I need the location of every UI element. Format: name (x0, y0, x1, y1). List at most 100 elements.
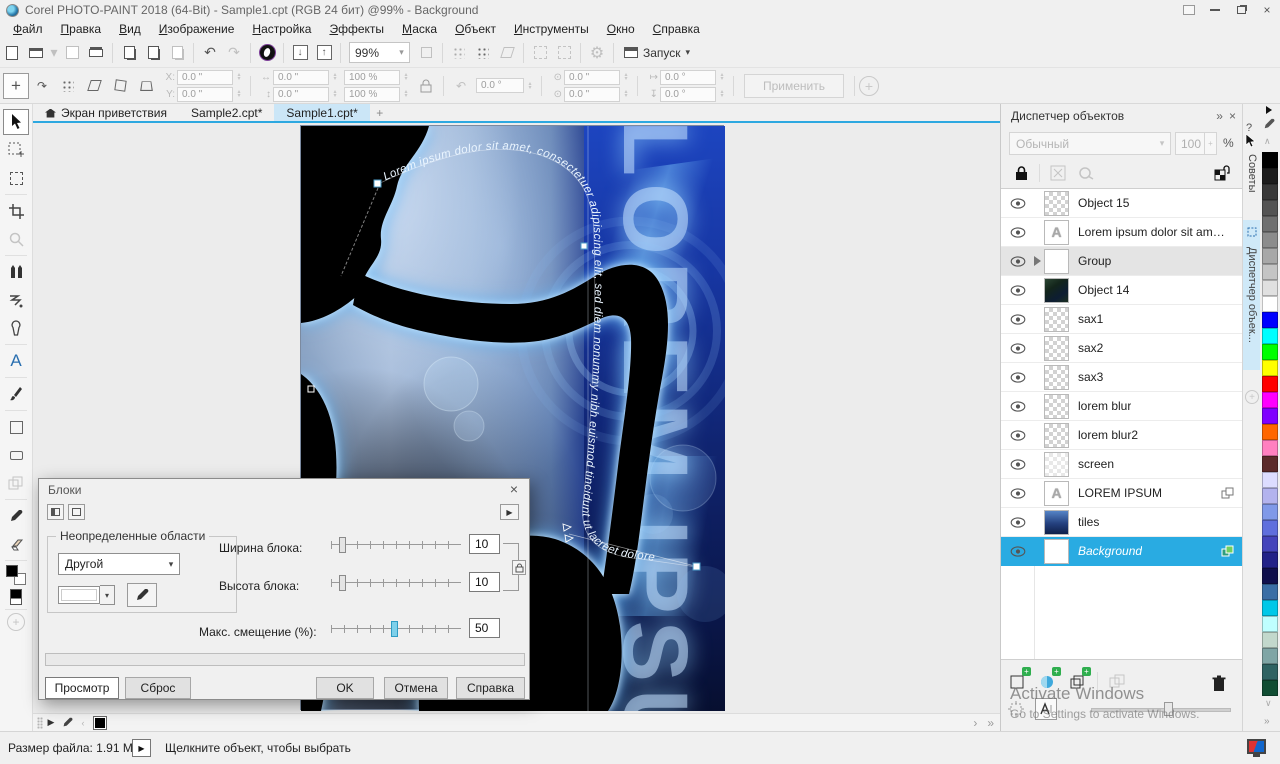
scale-x-input[interactable]: 100 % (344, 70, 400, 85)
palette-swatch[interactable] (1262, 392, 1278, 408)
palette-swatch[interactable] (1262, 568, 1278, 584)
visibility-eye-icon[interactable] (1001, 517, 1034, 528)
lock-object-icon[interactable] (1212, 163, 1232, 183)
palette-black-swatch[interactable] (93, 716, 107, 730)
print-button[interactable] (84, 41, 108, 65)
duplicate-object-button[interactable]: + (1067, 670, 1089, 692)
text-tool[interactable]: A (3, 348, 29, 374)
menu-item[interactable]: Инструменты (505, 21, 598, 37)
launch-dropdown[interactable]: Запуск ▾ (618, 44, 696, 62)
edit-transparency-icon[interactable] (1076, 163, 1096, 183)
palette-swatch[interactable] (1262, 616, 1278, 632)
max-offset-slider[interactable] (331, 621, 461, 637)
blocks-dialog[interactable]: Блоки × ▶ Неопределенные области Другой … (38, 478, 530, 700)
opacity-input[interactable]: 100 + (1175, 132, 1217, 155)
dialog-expand-icon[interactable]: ▶ (500, 504, 519, 520)
max-offset-input[interactable]: 50 (469, 618, 500, 638)
perspective-tool-button[interactable] (133, 73, 159, 99)
undefined-areas-dropdown[interactable]: Другой ▾ (58, 553, 180, 575)
docker-tab-object-manager[interactable]: Диспетчер объек... (1243, 220, 1261, 370)
block-width-input[interactable]: 10 (469, 534, 500, 554)
visibility-eye-icon[interactable] (1001, 546, 1034, 557)
rotation-angle-input[interactable]: 0.0 ° (476, 78, 524, 93)
fill-swatch[interactable] (10, 589, 22, 605)
copy-button[interactable] (141, 41, 165, 65)
cancel-button[interactable]: Отмена (384, 677, 448, 699)
show-object-names-button[interactable] (1035, 698, 1057, 720)
palette-swatch[interactable] (1262, 456, 1278, 472)
docker-tab-tips[interactable]: Советы (1243, 150, 1261, 212)
layer-row[interactable]: tiles (1001, 508, 1242, 537)
shape-tool[interactable] (3, 315, 29, 341)
add-docker-button[interactable]: + (1245, 390, 1259, 404)
crop-tool[interactable] (3, 198, 29, 224)
scale-y-input[interactable]: 100 % (344, 87, 400, 102)
distort-tool-button[interactable] (107, 73, 133, 99)
reset-button[interactable]: Сброс (125, 677, 191, 699)
menu-item[interactable]: Настройка (243, 21, 320, 37)
palette-swatch[interactable] (1262, 200, 1278, 216)
palette-swatch[interactable] (1262, 344, 1278, 360)
skew-tool-button[interactable] (81, 73, 107, 99)
palette-scroll-down-icon[interactable]: ∨ (1265, 698, 1272, 709)
skew-y-input[interactable]: 0.0 ° (660, 87, 716, 102)
mask-invert-button[interactable] (552, 41, 576, 65)
visibility-eye-icon[interactable] (1001, 430, 1034, 441)
menu-item[interactable]: Правка (52, 21, 111, 37)
save-button[interactable] (60, 41, 84, 65)
menu-item[interactable]: Изображение (150, 21, 244, 37)
menu-item[interactable]: Справка (644, 21, 709, 37)
visibility-eye-icon[interactable] (1001, 227, 1034, 238)
pick-tool[interactable] (3, 109, 29, 135)
opacity-slider-icon[interactable]: + (1204, 133, 1216, 154)
paint-tool[interactable] (3, 381, 29, 407)
clip-mask-icon[interactable] (1048, 163, 1068, 183)
add-tool-button[interactable]: + (7, 613, 25, 631)
visibility-eye-icon[interactable] (1001, 314, 1034, 325)
help-button[interactable]: Справка (456, 677, 525, 699)
eyedropper-tool[interactable] (3, 503, 29, 529)
menu-item[interactable]: Эффекты (320, 21, 393, 37)
foreground-background-swatches[interactable] (6, 565, 26, 585)
palette-swatch[interactable] (1262, 216, 1278, 232)
visibility-eye-icon[interactable] (1001, 459, 1034, 470)
palette-swatch[interactable] (1262, 648, 1278, 664)
delete-object-button[interactable] (1208, 672, 1230, 694)
preview-button[interactable]: Просмотр (45, 677, 119, 699)
palette-swatch[interactable] (1262, 280, 1278, 296)
rounded-rectangle-tool[interactable] (3, 442, 29, 468)
canvas-scroll-more-icon[interactable]: » (987, 716, 994, 730)
status-expand-button[interactable]: ▶ (132, 739, 151, 757)
guidelines-toggle-button[interactable] (495, 41, 519, 65)
link-lock-button[interactable] (512, 560, 526, 575)
object-pick-tool[interactable] (3, 470, 29, 496)
block-height-slider[interactable] (331, 575, 461, 591)
position-y-input[interactable]: 0.0 " (177, 87, 233, 102)
mask-marquee-button[interactable] (528, 41, 552, 65)
rectangle-mask-tool[interactable] (3, 165, 29, 191)
layer-row[interactable]: sax1 (1001, 305, 1242, 334)
palette-swatch[interactable] (1262, 408, 1278, 424)
eyedropper-button[interactable] (127, 583, 157, 607)
menu-item[interactable]: Окно (598, 21, 644, 37)
lock-ratio-button[interactable] (413, 73, 439, 99)
palette-eyedropper-icon[interactable] (59, 715, 75, 731)
effect-tool[interactable] (3, 287, 29, 313)
menu-item[interactable]: Маска (393, 21, 446, 37)
palette-swatch[interactable] (1262, 376, 1278, 392)
new-document-button[interactable] (0, 41, 24, 65)
palette-swatch[interactable] (1262, 152, 1278, 168)
palette-expand-icon[interactable]: » (1264, 716, 1270, 727)
visibility-eye-icon[interactable] (1001, 372, 1034, 383)
width-input[interactable]: 0.0 " (273, 70, 329, 85)
palette-swatch[interactable] (1262, 296, 1278, 312)
skew-x-input[interactable]: 0.0 ° (660, 70, 716, 85)
visibility-eye-icon[interactable] (1001, 488, 1034, 499)
center-y-input[interactable]: 0.0 " (564, 87, 620, 102)
restore-button[interactable] (1228, 1, 1254, 19)
import-button[interactable]: ↓ (288, 41, 312, 65)
lock-transparency-icon[interactable] (1011, 163, 1031, 183)
tab-sample2[interactable]: Sample2.cpt* (179, 104, 274, 122)
rulers-toggle-button[interactable] (447, 41, 471, 65)
block-height-input[interactable]: 10 (469, 572, 500, 592)
